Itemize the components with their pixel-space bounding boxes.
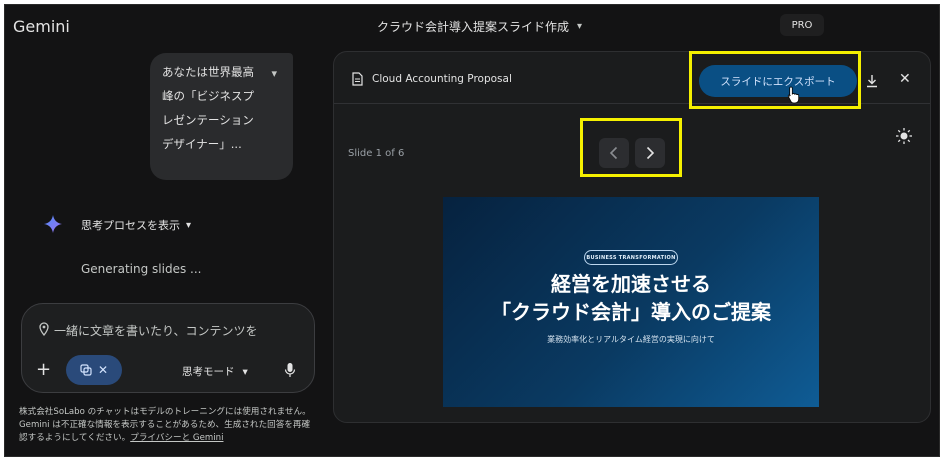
- app-title[interactable]: Gemini: [13, 17, 70, 36]
- highlight-box-export: [689, 51, 861, 109]
- plus-icon[interactable]: +: [36, 361, 51, 379]
- show-thinking-toggle[interactable]: 思考プロセスを表示 ▾: [81, 217, 191, 233]
- slide-subtitle: 業務効率化とリアルタイム経営の実現に向けて: [547, 335, 715, 344]
- highlight-box-navigation: [580, 118, 682, 177]
- slide-title-line1: 経営を加速させる: [551, 272, 711, 296]
- chat-title-dropdown[interactable]: クラウド会計導入提案スライド作成 ▾: [377, 18, 582, 35]
- chat-title: クラウド会計導入提案スライド作成: [377, 20, 570, 34]
- expand-chevron-icon[interactable]: ▾: [271, 67, 277, 80]
- mic-icon[interactable]: [284, 362, 296, 378]
- generating-status: Generating slides ...: [81, 262, 202, 276]
- slide-title-line2: 「クラウド会計」導入のご提案: [491, 300, 771, 324]
- document-icon: [352, 72, 363, 86]
- chevron-down-icon: ▾: [242, 365, 248, 378]
- user-message-text: あなたは世界最高峰の「ビジネスプレゼンテーションデザイナー」...: [162, 65, 254, 151]
- thinking-label: 思考プロセスを表示: [81, 219, 180, 232]
- prompt-input-box[interactable]: 一緒に文章を書いたり、コンテンツを + ✕ 思考モード ▾: [21, 303, 315, 393]
- canvas-icon: [80, 364, 92, 376]
- slide-tag: BUSINESS TRANSFORMATION: [584, 250, 678, 265]
- document-title: Cloud Accounting Proposal: [372, 73, 512, 85]
- mode-selector[interactable]: 思考モード ▾: [182, 364, 248, 379]
- close-icon[interactable]: ✕: [98, 363, 108, 377]
- pro-badge[interactable]: PRO: [780, 14, 824, 36]
- download-icon[interactable]: [866, 74, 878, 88]
- theme-icon[interactable]: [895, 127, 913, 145]
- privacy-disclaimer: 株式会社SoLabo のチャットはモデルのトレーニングには使用されません。Gem…: [19, 406, 315, 445]
- chevron-down-icon: ▾: [186, 219, 192, 231]
- mode-label: 思考モード: [182, 366, 235, 378]
- close-icon[interactable]: ✕: [899, 71, 911, 87]
- slide-counter: Slide 1 of 6: [348, 148, 405, 159]
- pin-icon: [39, 322, 49, 336]
- privacy-link[interactable]: プライバシーと Gemini: [130, 433, 223, 443]
- prompt-input[interactable]: 一緒に文章を書いたり、コンテンツを: [54, 322, 258, 339]
- gemini-sparkle-icon: [44, 215, 62, 233]
- canvas-tool-chip[interactable]: ✕: [66, 355, 122, 385]
- slide-preview: BUSINESS TRANSFORMATION 経営を加速させる 「クラウド会計…: [443, 197, 819, 407]
- chevron-down-icon: ▾: [577, 21, 583, 32]
- user-message-bubble: あなたは世界最高峰の「ビジネスプレゼンテーションデザイナー」... ▾: [150, 53, 293, 180]
